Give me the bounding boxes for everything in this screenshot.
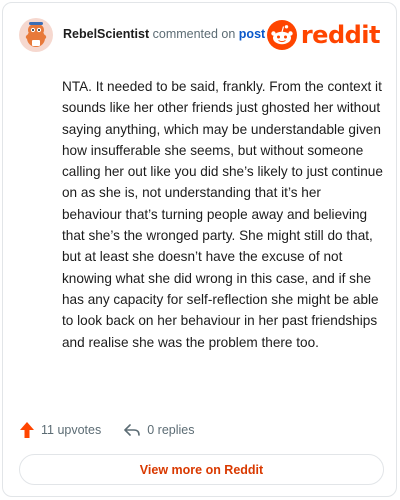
comment-body: NTA. It needed to be said, frankly. From… [62,79,383,350]
view-more-button[interactable]: View more on Reddit [19,454,384,485]
reddit-comment-card: RebelScientist commented on post reddit … [2,2,397,497]
post-link[interactable]: post [239,27,265,41]
reply-count: 0 replies [147,423,195,437]
comment-actions: 11 upvotes 0 replies [19,418,194,442]
reddit-logo[interactable]: reddit [266,19,381,51]
upvote-button[interactable]: 11 upvotes [19,421,101,439]
author-name[interactable]: RebelScientist [63,27,149,41]
comment-header: RebelScientist commented on post reddit [3,3,396,67]
avatar[interactable] [19,18,53,52]
upvote-count: 11 upvotes [41,423,102,437]
reply-button[interactable]: 0 replies [123,422,194,438]
comment-meta: RebelScientist commented on post [63,27,265,41]
upvote-arrow-icon [20,422,34,438]
reddit-snoo-icon [266,20,297,50]
commented-on-label: commented on [152,27,236,41]
reddit-wordmark: reddit [300,21,381,49]
reply-arrow-icon [124,424,141,436]
